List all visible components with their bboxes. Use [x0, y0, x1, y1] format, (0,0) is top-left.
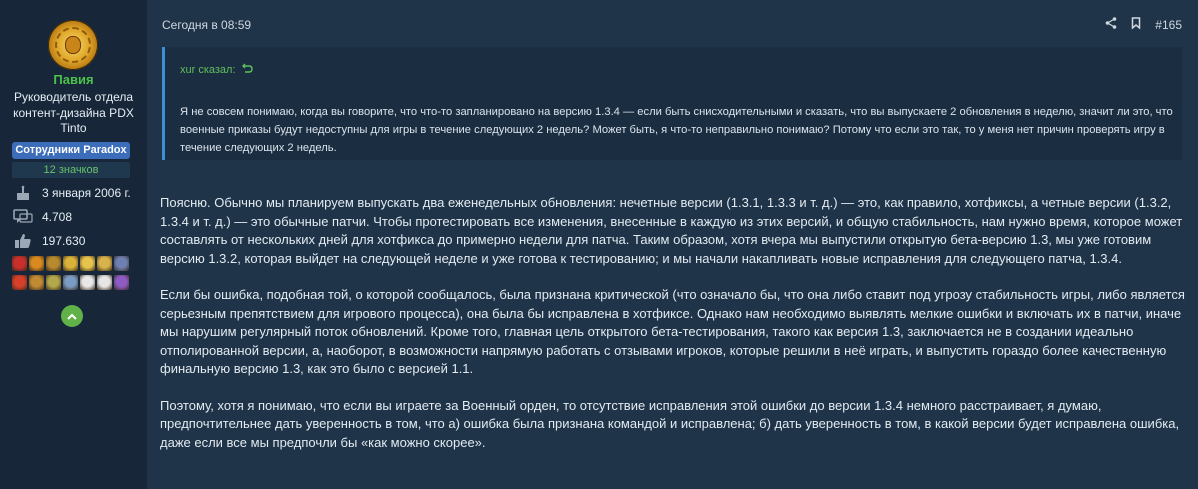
joined-date: 3 января 2006 г. [42, 186, 131, 200]
medal-horns-icon[interactable] [29, 256, 44, 271]
avatar-face [65, 36, 81, 54]
quote-text: Я не совсем понимаю, когда вы говорите, … [180, 106, 1173, 154]
post-paragraph: Поэтому, хотя я понимаю, что если вы игр… [160, 397, 1180, 450]
medal-yinyang-icon[interactable] [80, 275, 95, 290]
quote-author[interactable]: xur сказал: [180, 64, 236, 76]
post-paragraph: Поясню. Обычно мы планируем выпускать дв… [160, 195, 1183, 266]
go-to-quote-icon[interactable] [241, 63, 253, 76]
medal-fire-icon[interactable] [12, 275, 27, 290]
stat-messages: 4.708 [13, 209, 72, 225]
stat-reactions: 197.630 [13, 233, 85, 249]
badges-count-link[interactable]: 12 значков [12, 162, 130, 178]
medal-purple-icon[interactable] [114, 275, 129, 290]
quote-header[interactable]: xur сказал: [180, 63, 253, 76]
chevron-up-icon [67, 307, 77, 325]
user-title: Руководитель отдела контент-дизайна PDX … [13, 90, 134, 135]
medal-sun-icon[interactable] [63, 256, 78, 271]
messages-count: 4.708 [42, 210, 73, 224]
reactions-count: 197.630 [42, 234, 86, 248]
medal-ring-icon[interactable] [46, 275, 61, 290]
share-icon[interactable] [1105, 17, 1117, 32]
bookmark-icon[interactable] [1131, 17, 1141, 32]
post-number-link[interactable]: #165 [1155, 18, 1182, 32]
scroll-up-button[interactable] [61, 305, 83, 327]
post: Сегодня в 08:59 #165 xur сказал: Я не со… [147, 0, 1198, 489]
post-body: Поясню. Обычно мы планируем выпускать дв… [160, 194, 1185, 470]
medal-crown-icon[interactable] [80, 256, 95, 271]
user-sidebar: Павия Руководитель отдела контент-дизайн… [0, 0, 147, 489]
thumbs-up-icon [13, 233, 33, 249]
quote-block: xur сказал: Я не совсем понимаю, когда в… [162, 47, 1182, 160]
medal-castle-icon[interactable] [63, 275, 78, 290]
post-paragraph: Если бы ошибка, подобная той, о которой … [160, 287, 1185, 376]
trophy-icons [12, 256, 132, 290]
medal-mountain-icon[interactable] [114, 256, 129, 271]
medal-crown2-icon[interactable] [97, 256, 112, 271]
username-link[interactable]: Павия [0, 72, 147, 87]
messages-icon [13, 209, 33, 225]
cake-icon [13, 185, 33, 201]
medal-gear-icon[interactable] [29, 275, 44, 290]
avatar[interactable] [48, 20, 98, 70]
post-actions: #165 [1105, 17, 1182, 32]
post-time-link[interactable]: Сегодня в 08:59 [162, 18, 251, 32]
medal-swirl-icon[interactable] [97, 275, 112, 290]
medal-shield-icon[interactable] [12, 256, 27, 271]
staff-badge[interactable]: Сотрудники Paradox [12, 142, 130, 159]
medal-wreath-icon[interactable] [46, 256, 61, 271]
stat-joined: 3 января 2006 г. [13, 185, 131, 201]
